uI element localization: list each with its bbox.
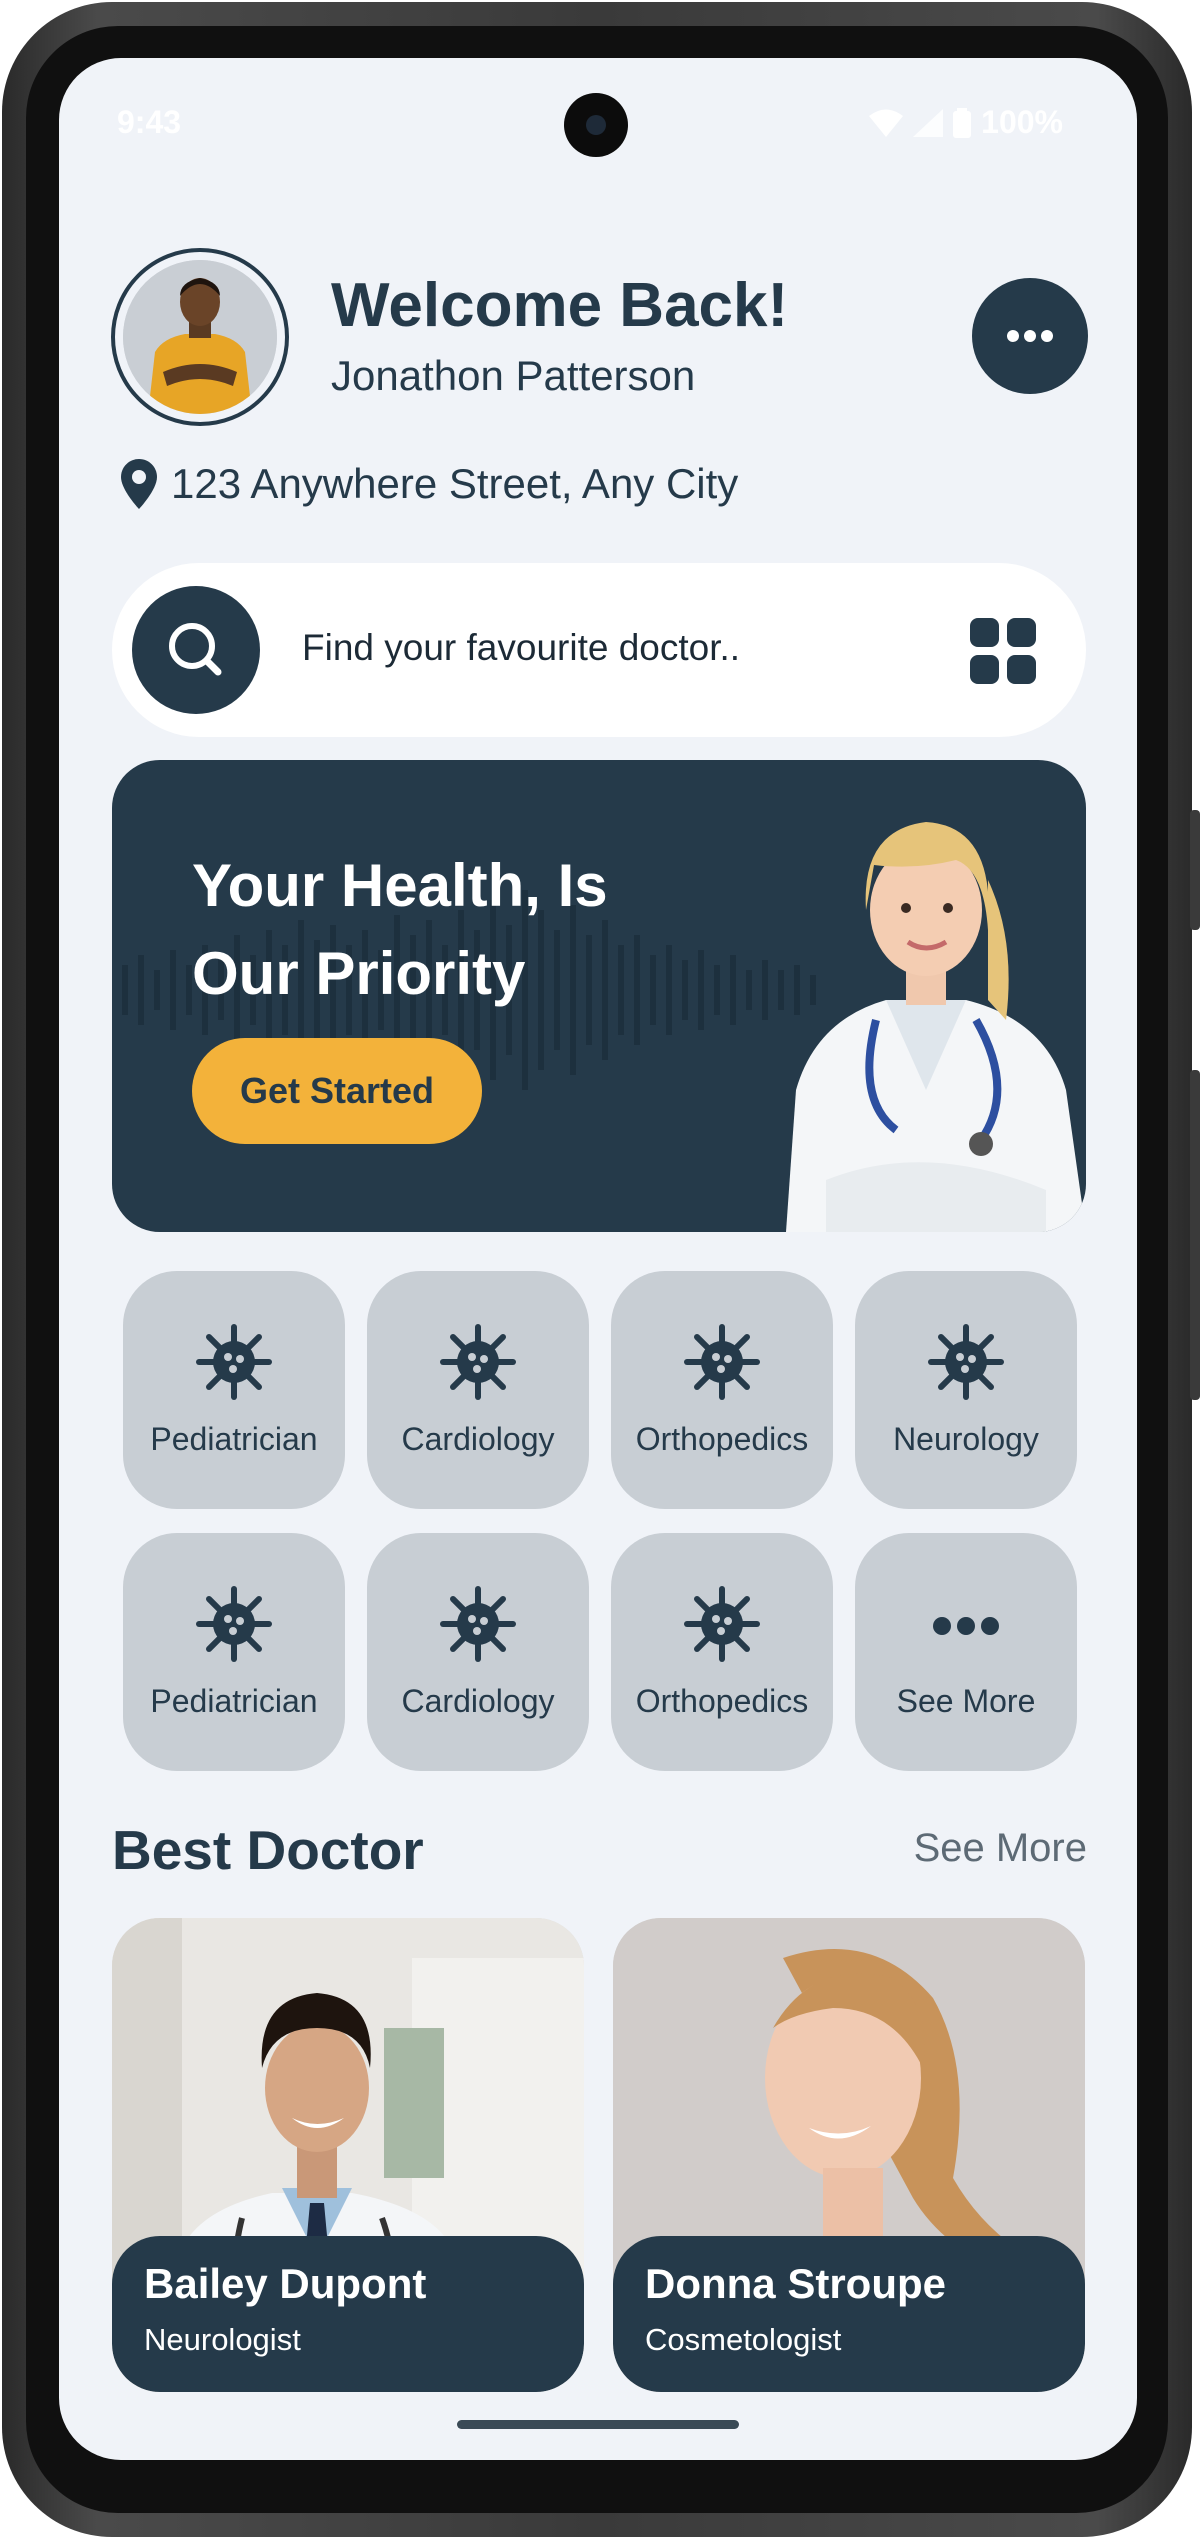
virus-icon: [440, 1586, 516, 1662]
hero-title-line1: Your Health, Is: [192, 852, 608, 919]
category-tile[interactable]: Cardiology: [367, 1271, 589, 1509]
category-tile[interactable]: See More: [855, 1533, 1077, 1771]
search-icon: [169, 623, 222, 676]
doctor-specialty: Cosmetologist: [645, 2322, 842, 2357]
search-bar[interactable]: Find your favourite doctor..: [112, 563, 1086, 737]
category-label: Cardiology: [401, 1421, 555, 1457]
category-label: Pediatrician: [150, 1683, 318, 1719]
doctor-specialty: Neurologist: [144, 2322, 301, 2357]
more-options-button[interactable]: [972, 278, 1088, 394]
category-tile[interactable]: Orthopedics: [611, 1271, 833, 1509]
category-label: Orthopedics: [635, 1683, 809, 1719]
doctor-card[interactable]: Bailey Dupont Neurologist: [112, 1918, 584, 2392]
volume-button: [1190, 810, 1200, 930]
doctor-portrait-image: [786, 822, 1086, 1232]
virus-icon: [196, 1324, 272, 1400]
dot-icon: [1007, 330, 1019, 342]
get-started-button[interactable]: Get Started: [192, 1038, 482, 1144]
category-tile[interactable]: Cardiology: [367, 1533, 589, 1771]
app-screen: 9:43 100% Welcome Back! Jonathon Patters…: [59, 58, 1137, 2460]
doctor-card[interactable]: Donna Stroupe Cosmetologist: [613, 1918, 1085, 2392]
doctor-info-panel: Bailey Dupont Neurologist: [112, 2236, 584, 2392]
category-label: See More: [896, 1683, 1036, 1719]
doctor-name: Donna Stroupe: [645, 2260, 946, 2307]
see-more-link[interactable]: See More: [914, 1826, 1087, 1871]
more-dots-icon: [933, 1617, 999, 1635]
status-icons: 100%: [869, 104, 1063, 141]
category-tile[interactable]: Pediatrician: [123, 1533, 345, 1771]
avatar-photo: [123, 260, 277, 414]
virus-icon: [440, 1324, 516, 1400]
dot-icon: [1041, 330, 1053, 342]
signal-icon: [913, 108, 944, 137]
battery-icon: [953, 107, 972, 138]
category-label: Cardiology: [401, 1683, 555, 1719]
virus-icon: [684, 1324, 760, 1400]
virus-icon: [684, 1586, 760, 1662]
user-name: Jonathon Patterson: [331, 352, 696, 399]
phone-device: 9:43 100% Welcome Back! Jonathon Patters…: [0, 0, 1200, 2541]
virus-icon: [196, 1586, 272, 1662]
category-tile[interactable]: Pediatrician: [123, 1271, 345, 1509]
dot-icon: [1024, 330, 1036, 342]
power-button: [1190, 1070, 1200, 1400]
category-label: Neurology: [893, 1421, 1039, 1457]
user-avatar[interactable]: [111, 248, 289, 426]
home-indicator[interactable]: [457, 2420, 739, 2429]
location-pin-icon: [121, 459, 157, 509]
category-tile[interactable]: Neurology: [855, 1271, 1077, 1509]
front-camera: [564, 93, 628, 157]
location-row: 123 Anywhere Street, Any City: [121, 456, 738, 512]
category-label: Pediatrician: [150, 1421, 318, 1457]
welcome-heading: Welcome Back!: [331, 271, 789, 340]
hero-title: Your Health, Is Our Priority: [192, 842, 672, 1018]
doctor-name: Bailey Dupont: [144, 2260, 427, 2307]
virus-icon: [928, 1324, 1004, 1400]
search-input[interactable]: Find your favourite doctor..: [302, 627, 740, 669]
wifi-icon: [869, 109, 904, 137]
doctor-info-panel: Donna Stroupe Cosmetologist: [613, 2236, 1085, 2392]
status-time: 9:43: [117, 104, 182, 140]
best-doctor-title: Best Doctor: [112, 1819, 424, 1881]
category-label: Orthopedics: [635, 1421, 809, 1457]
hero-banner: Your Health, Is Our Priority Get Started: [112, 760, 1086, 1232]
hero-title-line2: Our Priority: [192, 940, 526, 1007]
battery-percent: 100%: [981, 104, 1063, 140]
location-text: 123 Anywhere Street, Any City: [171, 460, 739, 507]
category-tile[interactable]: Orthopedics: [611, 1533, 833, 1771]
search-button[interactable]: [132, 586, 260, 714]
grid-view-icon[interactable]: [970, 618, 1036, 684]
